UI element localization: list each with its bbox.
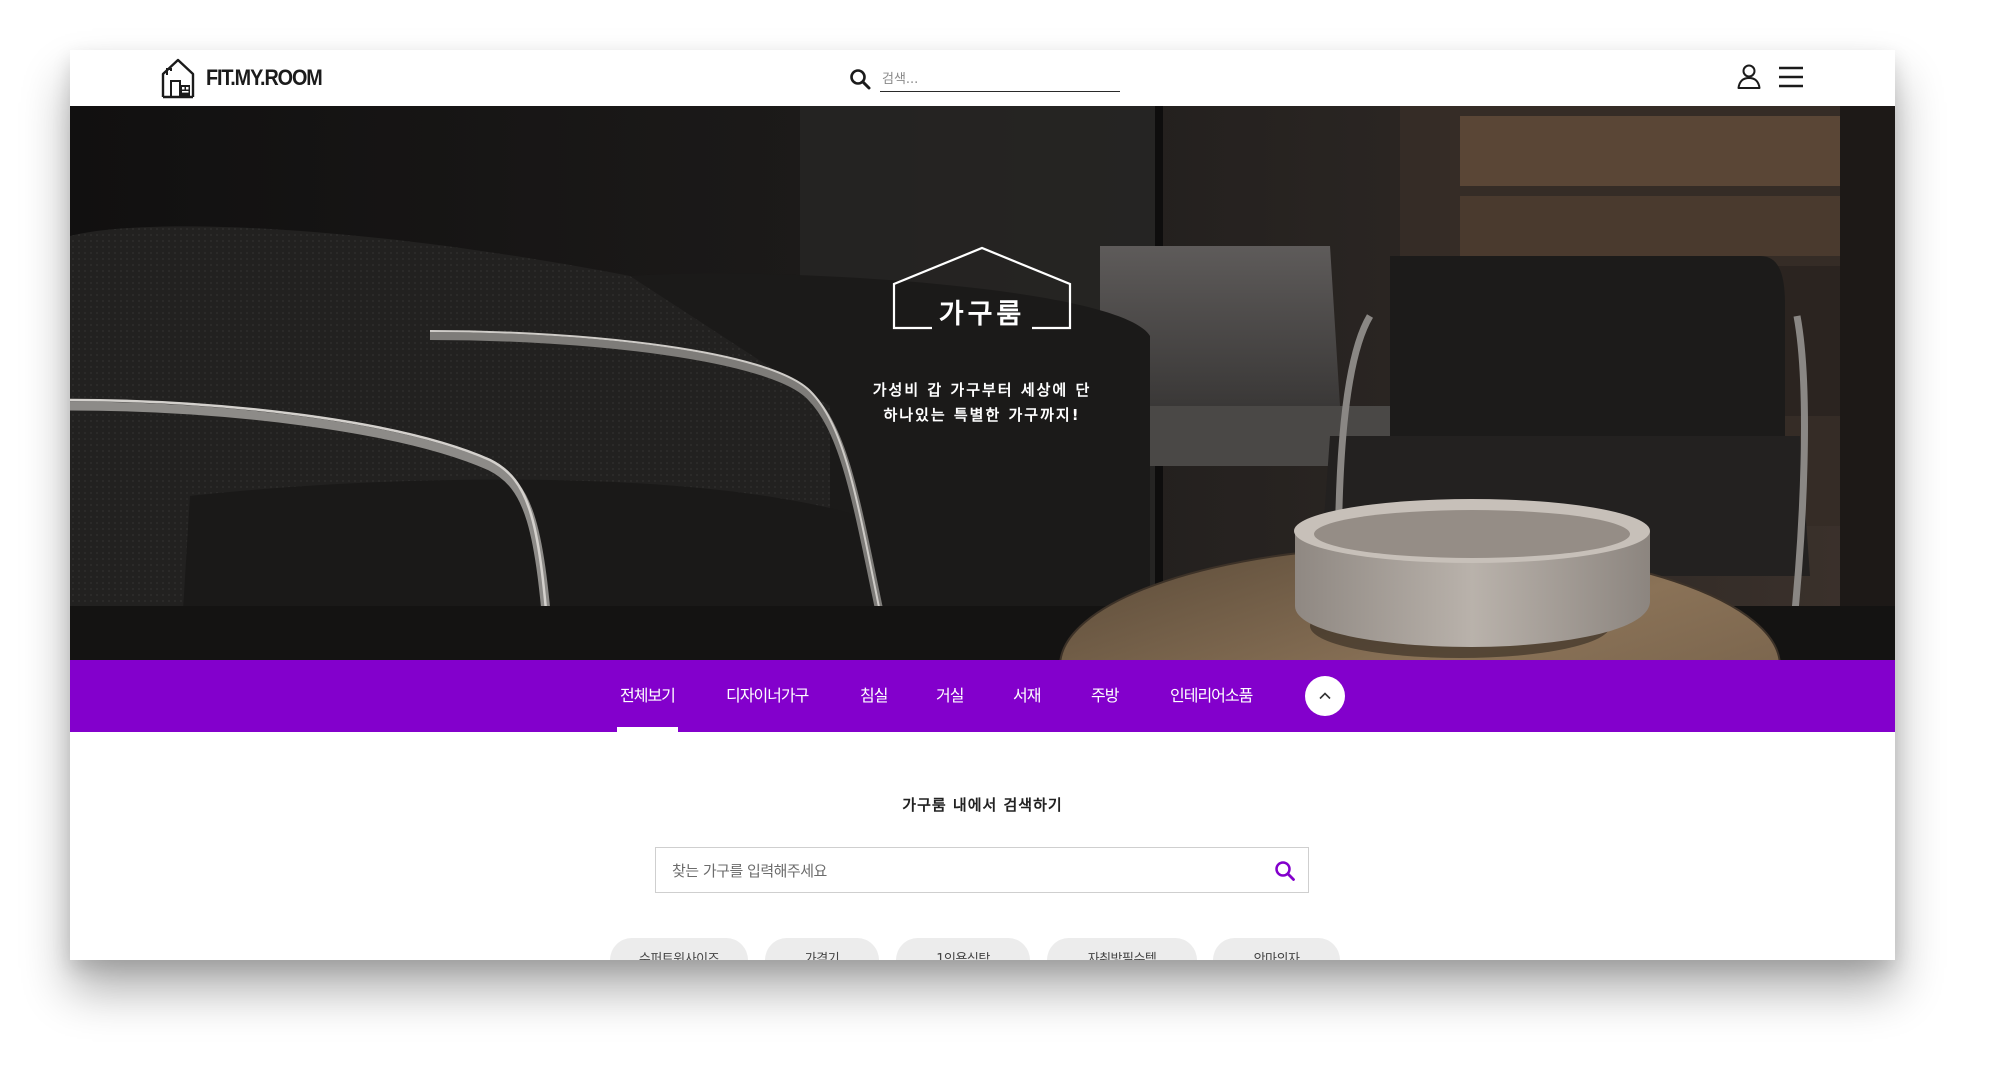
category-nav: 전체보기 디자이너가구 침실 거실 서재 주방 인테리어소품 [70,660,1895,732]
hero-subtitle-line-1: 가성비 갑 가구부터 세상에 단 [872,381,1092,399]
search-icon[interactable] [1273,859,1297,883]
search-icon[interactable] [848,67,872,91]
category-tab-all[interactable]: 전체보기 [617,660,678,732]
section-title: 가구룸 내에서 검색하기 [902,796,1063,814]
tag-chip[interactable]: 가격기 [765,938,879,960]
header-search-input[interactable] [880,64,1120,92]
logo-text: FIT.MY.ROOM [206,65,323,90]
category-tab-designer[interactable]: 디자이너가구 [726,660,809,732]
collapse-button[interactable] [1305,676,1345,716]
category-tab-interior-props[interactable]: 인테리어소품 [1170,660,1253,732]
header-search [848,64,1190,94]
chevron-up-icon [1319,692,1331,700]
furniture-search-input[interactable] [670,848,1234,894]
user-icon[interactable] [1735,62,1763,90]
site-logo[interactable]: FIT.MY.ROOM [160,56,335,100]
hero-subtitle-line-2: 하나있는 특별한 가구까지! [883,406,1081,424]
furniture-search-box [655,847,1309,894]
tag-chip[interactable]: 1인용식탁 [896,938,1030,960]
tag-chip[interactable]: 수퍼트윈사이즈 [610,938,748,960]
browser-page: FIT.MY.ROOM 검색... 가구룸 가성비 갑 가구부터 세상에 단 하… [70,50,1895,960]
house-logo-icon [161,58,195,99]
tag-chip[interactable]: 자취방필수템 [1047,938,1197,960]
hero-title: 가구룸 [938,299,1026,330]
category-tab-living-room[interactable]: 거실 [936,660,964,732]
hero-subtitle: 가성비 갑 가구부터 세상에 단 하나있는 특별한 가구까지! [812,378,1152,428]
category-tab-study[interactable]: 서재 [1013,660,1041,732]
site-header: FIT.MY.ROOM [70,50,1895,106]
hamburger-menu-icon[interactable] [1777,64,1805,90]
category-tab-bedroom[interactable]: 침실 [860,660,888,732]
hero-banner: 가구룸 가성비 갑 가구부터 세상에 단 하나있는 특별한 가구까지! [70,106,1895,660]
category-tab-kitchen[interactable]: 주방 [1091,660,1119,732]
tag-chip[interactable]: 안마의자 [1213,938,1340,960]
